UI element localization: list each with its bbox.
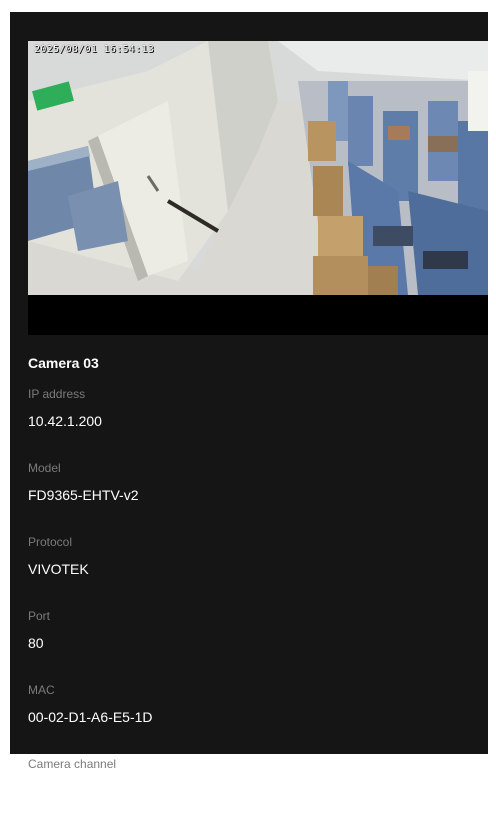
port-label: Port — [28, 609, 51, 623]
model-field: Model FD9365-EHTV-v2 — [28, 458, 468, 522]
camera-channel-value: 1 — [28, 783, 36, 799]
camera-video-preview[interactable]: 2025/08/01 16:54:13 — [28, 41, 488, 335]
camera-snapshot: 2025/08/01 16:54:13 — [28, 41, 488, 295]
mac-field: MAC 00-02-D1-A6-E5-1D — [28, 680, 468, 744]
port-field: Port 80 — [28, 606, 468, 670]
protocol-field: Protocol VIVOTEK — [28, 532, 468, 596]
video-timestamp: 2025/08/01 16:54:13 — [34, 44, 155, 55]
model-value: FD9365-EHTV-v2 — [28, 487, 139, 503]
protocol-value: VIVOTEK — [28, 561, 89, 577]
camera-name: Camera 03 — [28, 355, 99, 371]
protocol-label: Protocol — [28, 535, 73, 549]
camera-channel-field: Camera channel 1 — [28, 754, 468, 818]
ip-address-value: 10.42.1.200 — [28, 413, 102, 429]
ip-address-field: IP address 10.42.1.200 — [28, 384, 468, 448]
ip-address-label: IP address — [28, 387, 86, 401]
camera-channel-label: Camera channel — [28, 757, 117, 771]
model-label: Model — [28, 461, 61, 475]
mac-value: 00-02-D1-A6-E5-1D — [28, 709, 153, 725]
port-value: 80 — [28, 635, 44, 651]
camera-detail-panel: 2025/08/01 16:54:13 Camera 03 IP address… — [10, 12, 488, 799]
mac-label: MAC — [28, 683, 55, 697]
camera-details: Camera 03 IP address 10.42.1.200 Model F… — [28, 352, 468, 818]
